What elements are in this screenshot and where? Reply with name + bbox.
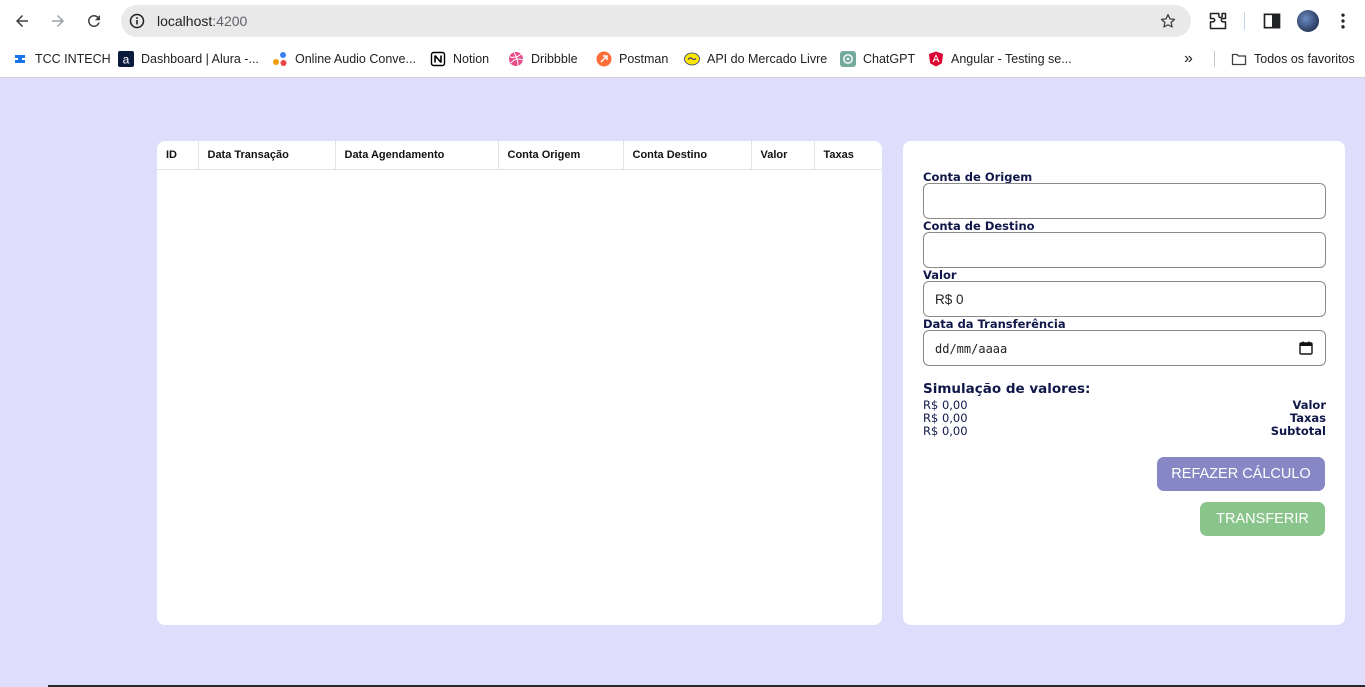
postman-icon (596, 51, 612, 67)
mercado-livre-icon (684, 52, 700, 66)
profile-avatar[interactable] (1297, 10, 1319, 32)
simulation-row-value: R$ 0,00 Valor (923, 398, 1326, 412)
destination-account-label: Conta de Destino (923, 219, 1035, 233)
bookmark-postman[interactable]: Postman (596, 50, 668, 68)
toolbar-divider (1244, 12, 1245, 30)
bookmark-label: Online Audio Conve... (295, 52, 416, 66)
simulation-subtotal-amount: R$ 0,00 (923, 424, 968, 438)
extensions-icon[interactable] (1208, 11, 1228, 31)
column-header-fees[interactable]: Taxas (814, 141, 882, 170)
transfer-button[interactable]: TRANSFERIR (1200, 502, 1325, 536)
simulation-subtotal-label: Subtotal (1270, 424, 1326, 438)
bookmark-angular[interactable]: Angular - Testing se... (928, 50, 1072, 68)
bookmark-mercado-livre[interactable]: API do Mercado Livre (684, 50, 827, 68)
value-input[interactable]: R$ 0 (923, 281, 1326, 317)
more-bookmarks-button[interactable]: » (1184, 50, 1193, 68)
back-button[interactable] (10, 9, 34, 33)
column-header-destination-account[interactable]: Conta Destino (623, 141, 752, 170)
bookmarks-divider (1214, 51, 1215, 67)
reload-icon (87, 14, 100, 27)
folder-icon (1231, 53, 1247, 66)
all-favorites-label: Todos os favoritos (1254, 52, 1355, 66)
dribbble-icon (509, 52, 524, 66)
chatgpt-icon (840, 51, 856, 67)
simulation-value-label: Valor (1292, 398, 1326, 412)
calendar-icon[interactable] (1299, 341, 1313, 355)
bookmarks-bar: TCC INTECH a Dashboard | Alura -... Onli… (0, 42, 1365, 78)
chevron-double-right-icon: » (1184, 50, 1193, 67)
simulation-row-subtotal: R$ 0,00 Subtotal (923, 424, 1326, 438)
recalculate-button[interactable]: REFAZER CÁLCULO (1157, 457, 1325, 491)
simulation-fees-label: Taxas (1289, 411, 1326, 425)
origin-account-label: Conta de Origem (923, 170, 1033, 184)
site-info-icon[interactable] (129, 13, 145, 29)
bookmark-dribbble[interactable]: Dribbble (508, 50, 578, 68)
simulation-row-fees: R$ 0,00 Taxas (923, 411, 1326, 425)
simulation-fees-amount: R$ 0,00 (923, 411, 968, 425)
transactions-table: ID Data Transação Data Agendamento Conta… (157, 141, 882, 170)
bookmark-audio-converter[interactable]: Online Audio Conve... (272, 50, 416, 68)
forward-button[interactable] (46, 9, 70, 33)
browser-toolbar: localhost:4200 (0, 0, 1365, 42)
arrow-left-icon (16, 15, 28, 27)
arrow-right-icon (52, 15, 64, 27)
bookmark-label: API do Mercado Livre (707, 52, 828, 66)
all-favorites-folder[interactable]: Todos os favoritos (1231, 50, 1355, 68)
transfer-form-card: Conta de Origem Conta de Destino Valor R… (903, 141, 1345, 625)
svg-text:a: a (123, 53, 130, 67)
more-menu-icon[interactable] (1333, 11, 1353, 31)
bookmark-notion[interactable]: Notion (430, 50, 489, 68)
bookmark-label: Angular - Testing se... (951, 52, 1072, 66)
url-text: localhost:4200 (157, 13, 247, 29)
address-bar[interactable]: localhost:4200 (121, 5, 1191, 37)
angular-icon (929, 51, 943, 67)
column-header-transaction-date[interactable]: Data Transação (198, 141, 336, 170)
url-host: localhost (157, 13, 213, 29)
alura-icon: a (118, 51, 134, 67)
column-header-origin-account[interactable]: Conta Origem (498, 141, 624, 170)
bookmark-label: TCC INTECH (35, 52, 111, 66)
transfer-date-input[interactable]: dd/mm/aaaa (923, 330, 1326, 366)
bookmark-chatgpt[interactable]: ChatGPT (840, 50, 915, 68)
destination-account-input[interactable] (923, 232, 1326, 268)
bookmark-label: ChatGPT (863, 52, 916, 66)
value-label: Valor (923, 268, 957, 282)
bookmark-label: Notion (453, 52, 490, 66)
tcc-intech-icon (15, 55, 25, 63)
bookmark-label: Dashboard | Alura -... (141, 52, 259, 66)
transactions-table-card: ID Data Transação Data Agendamento Conta… (157, 141, 882, 625)
notion-icon (430, 51, 446, 67)
simulation-title: Simulação de valores: (923, 381, 1091, 397)
audio-converter-icon (273, 52, 287, 66)
bookmark-star-icon[interactable] (1159, 12, 1177, 30)
column-header-scheduled-date[interactable]: Data Agendamento (335, 141, 499, 170)
simulation-value-amount: R$ 0,00 (923, 398, 968, 412)
origin-account-input[interactable] (923, 183, 1326, 219)
reload-button[interactable] (82, 9, 106, 33)
table-header-row: ID Data Transação Data Agendamento Conta… (157, 141, 882, 170)
side-panel-icon[interactable] (1262, 11, 1282, 31)
bookmark-label: Postman (619, 52, 669, 66)
bookmark-tcc-intech[interactable]: TCC INTECH (12, 50, 111, 68)
url-port: :4200 (212, 13, 248, 29)
bookmark-alura[interactable]: a Dashboard | Alura -... (118, 50, 259, 68)
column-header-id[interactable]: ID (157, 141, 199, 170)
transfer-date-label: Data da Transferência (923, 317, 1066, 331)
value-input-value: R$ 0 (935, 292, 964, 307)
bookmark-label: Dribbble (531, 52, 578, 66)
transfer-date-placeholder: dd/mm/aaaa (935, 342, 1008, 356)
column-header-value[interactable]: Valor (751, 141, 815, 170)
